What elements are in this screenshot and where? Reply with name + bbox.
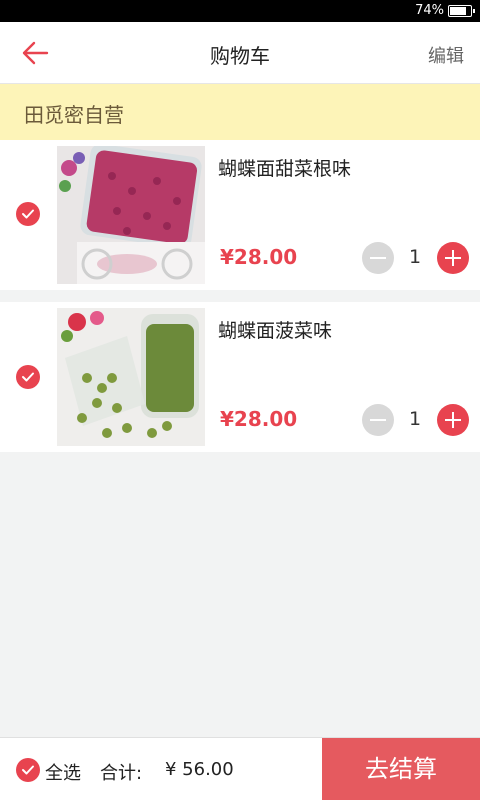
checkout-bar: 全选 合计: ¥ 56.00 去结算: [0, 737, 480, 800]
spinach-pasta-jar-icon: [57, 308, 205, 446]
cart-item: 蝴蝶面甜菜根味 ¥28.00 1: [0, 140, 480, 290]
store-name: 田觅密自营: [24, 103, 124, 127]
product-image[interactable]: [57, 308, 205, 446]
decrease-quantity-button[interactable]: [362, 242, 394, 274]
checkout-button[interactable]: 去结算: [322, 738, 480, 800]
beetroot-pasta-jar-icon: [57, 146, 205, 284]
select-all-checkbox[interactable]: [16, 758, 40, 782]
increase-quantity-button[interactable]: [437, 242, 469, 274]
battery-percent: 74%: [415, 3, 444, 18]
check-icon: [22, 765, 34, 775]
status-bar: 74%: [0, 0, 480, 22]
check-icon: [22, 372, 34, 382]
quantity-value: 1: [408, 408, 422, 430]
product-name[interactable]: 蝴蝶面甜菜根味: [218, 154, 351, 181]
product-image[interactable]: [57, 146, 205, 284]
check-icon: [22, 209, 34, 219]
battery-icon: [448, 5, 475, 17]
product-price: ¥28.00: [220, 245, 298, 269]
select-all-label[interactable]: 全选: [45, 759, 81, 785]
item-checkbox[interactable]: [16, 202, 40, 226]
product-price: ¥28.00: [220, 407, 298, 431]
total-amount: ¥ 56.00: [165, 759, 234, 780]
nav-bar: 购物车 编辑: [0, 22, 480, 84]
page-title: 购物车: [210, 44, 270, 68]
store-header: 田觅密自营: [0, 84, 480, 140]
decrease-quantity-button[interactable]: [362, 404, 394, 436]
total-label: 合计:: [100, 763, 143, 784]
increase-quantity-button[interactable]: [437, 404, 469, 436]
edit-button[interactable]: 编辑: [428, 42, 464, 68]
item-checkbox[interactable]: [16, 365, 40, 389]
product-name[interactable]: 蝴蝶面菠菜味: [218, 316, 332, 343]
quantity-value: 1: [408, 246, 422, 268]
cart-item: 蝴蝶面菠菜味 ¥28.00 1: [0, 302, 480, 452]
